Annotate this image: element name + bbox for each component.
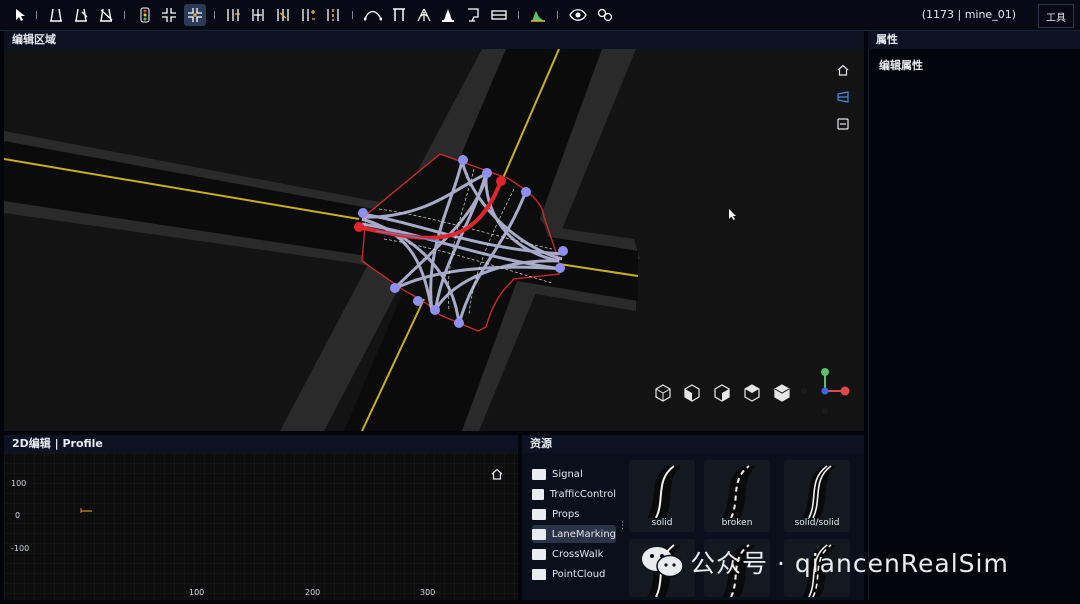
toolbar-separator [214,11,215,19]
x-tick-label: 300 [420,588,436,597]
cursor-icon[interactable] [9,4,31,26]
tree-icon[interactable] [413,4,435,26]
perspective-view-icon[interactable] [834,88,852,106]
folder-traffic-control[interactable]: TrafficControl [532,485,616,503]
properties-panel: 编辑属性 [868,49,1079,600]
watermark-text: 公众号 · qiancenRealSim [690,549,1009,578]
mouse-cursor [729,209,736,220]
folder-label: Props [552,508,580,520]
asset-caption: solid/solid [794,518,840,528]
cone-icon[interactable] [437,4,459,26]
profile-chart[interactable]: 100 0 -100 100 200 300 [4,453,518,600]
link-icon[interactable] [594,4,616,26]
lane-width-icon[interactable] [297,4,319,26]
view-cube-side-icon [714,384,730,402]
view-cube-front-icon [684,384,700,402]
scene-status: (1173 | mine_01) [921,8,1016,21]
bridge-icon[interactable] [388,4,410,26]
junction-icon[interactable] [158,4,180,26]
folder-label: CrossWalk [552,548,604,560]
toolbar-separator [36,11,37,19]
toolbar-separator [557,11,558,19]
main-toolbar: (1173 | mine_01) 工具 [0,0,1080,31]
lane-endpoint-selected [496,176,506,186]
traffic-light-icon[interactable] [134,4,156,26]
road-curve-thumbnail [647,465,681,519]
view-cube-icons [655,384,790,402]
lane-endpoint-selected [354,222,364,232]
assets-panel-title: 资源 [522,435,864,453]
lane-add-icon[interactable] [222,4,244,26]
folder-icon [532,488,544,500]
curve-icon[interactable] [362,4,384,26]
folder-signal[interactable]: Signal [532,465,616,483]
profile-home-icon[interactable] [488,465,506,483]
folder-icon [532,568,546,580]
toolbar-separator [518,11,519,19]
wechat-logo-icon [640,545,686,579]
folder-icon [532,468,546,480]
terrain-icon[interactable] [527,4,549,26]
y-tick-label: 100 [11,479,27,488]
folder-label: LaneMarking [551,528,616,540]
lane-merge-icon[interactable] [272,4,294,26]
junction-active-icon[interactable] [184,4,206,26]
road-curve-thumbnail [722,465,756,519]
folder-label: PointCloud [552,568,606,580]
axis-gizmo-icon [801,368,850,414]
barrier-icon[interactable] [488,4,510,26]
splitter-handle[interactable]: ⋮ [618,521,627,531]
folder-crosswalk[interactable]: CrossWalk [532,545,616,563]
profile-panel-title: 2D编辑 | Profile [4,435,518,453]
editor-viewport[interactable] [4,49,864,431]
home-view-icon[interactable] [834,61,852,79]
junction-scene[interactable] [4,49,864,431]
folder-props[interactable]: Props [532,505,616,523]
view-cube-iso-icon [655,384,671,402]
view-cube-top-icon [774,384,790,402]
view-cube-back-icon [744,384,760,402]
folder-icon [532,508,546,520]
folder-label: TrafficControl [549,488,616,500]
y-tick-label: -100 [11,544,30,553]
folder-label: Signal [552,468,583,480]
eye-icon[interactable] [567,4,589,26]
y-tick-label: 0 [15,511,21,520]
folder-lane-marking[interactable]: LaneMarking [532,525,616,543]
profile-grid [4,453,518,600]
lane-split-icon[interactable] [247,4,269,26]
x-tick-label: 200 [305,588,321,597]
x-tick-label: 100 [189,588,205,597]
asset-caption: solid [651,518,673,528]
road-delete-icon[interactable] [95,4,117,26]
road-icon[interactable] [45,4,67,26]
tools-button[interactable]: 工具 [1038,4,1074,28]
folder-icon [532,528,546,540]
asset-tile-solid-solid[interactable]: solid/solid [784,460,850,532]
lane-marking-icon[interactable] [322,4,344,26]
toolbar-separator [352,11,353,19]
editor-panel-title: 编辑区域 [4,31,864,49]
folder-icon [532,548,546,560]
sign-icon[interactable] [462,4,484,26]
layer-view-icon[interactable] [834,115,852,133]
asset-tile-broken[interactable]: broken [704,460,770,532]
road-curve-thumbnail [802,465,836,519]
asset-tile-solid[interactable]: solid [629,460,695,532]
properties-panel-title: 属性 [868,31,1080,49]
edit-properties-label: 编辑属性 [879,59,923,72]
toolbar-separator [124,11,125,19]
asset-caption: broken [721,518,753,528]
folder-point-cloud[interactable]: PointCloud [532,565,616,583]
road-edit-icon[interactable] [70,4,92,26]
